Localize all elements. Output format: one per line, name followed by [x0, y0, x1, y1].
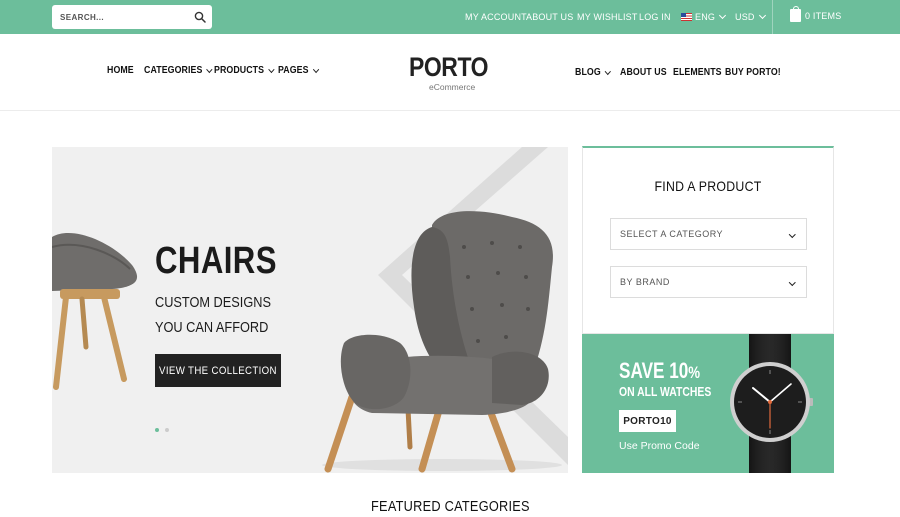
promo-note: Use Promo Code	[619, 440, 700, 452]
nav-buy-porto[interactable]: BUY PORTO!	[725, 67, 781, 78]
currency-selector[interactable]: USD	[735, 11, 766, 22]
chevron-down-icon	[758, 11, 766, 20]
featured-categories-heading: FEATURED CATEGORIES	[0, 498, 900, 515]
cart-count-label: 0 ITEMS	[805, 10, 842, 21]
watch-promo-banner[interactable]: SAVE 10% ON ALL WATCHES PORTO10 Use Prom…	[582, 334, 834, 473]
nav-label: CATEGORIES	[144, 65, 203, 76]
promo-subheadline: ON ALL WATCHES	[619, 384, 712, 399]
watch-image	[730, 334, 813, 473]
shopping-bag-icon	[790, 6, 801, 22]
chevron-down-icon	[268, 65, 275, 73]
nav-label: ABOUT US	[620, 67, 667, 78]
cart-button[interactable]: 0 ITEMS	[790, 6, 842, 22]
promo-save-text: SAVE 10	[619, 358, 689, 383]
hero-subtitle-line1: CUSTOM DESIGNS	[155, 294, 271, 311]
brand-select[interactable]: BY BRAND	[610, 266, 807, 298]
nav-label: BLOG	[575, 67, 601, 78]
nav-products[interactable]: PRODUCTS	[214, 65, 275, 76]
view-collection-button[interactable]: VIEW THE COLLECTION	[155, 354, 281, 387]
currency-label: USD	[735, 12, 755, 22]
nav-about-us[interactable]: ABOUT US	[620, 67, 667, 78]
hero-subtitle: CUSTOM DESIGNS YOU CAN AFFORD	[155, 290, 271, 340]
promo-percent-sign: %	[688, 363, 701, 382]
find-product-widget: FIND A PRODUCT SELECT A CATEGORY BY BRAN…	[582, 146, 834, 334]
my-account-link[interactable]: MY ACCOUNT	[465, 12, 527, 22]
left-chair-image	[52, 233, 138, 390]
about-us-link[interactable]: ABOUT US	[526, 12, 573, 22]
nav-label: HOME	[107, 65, 134, 76]
search-box	[52, 5, 212, 29]
nav-label: ELEMENTS	[673, 67, 722, 78]
chevron-down-icon	[788, 231, 795, 238]
slider-dot-1[interactable]	[155, 428, 159, 432]
armchair-image	[322, 211, 562, 473]
nav-label: BUY PORTO!	[725, 67, 781, 78]
log-in-link[interactable]: LOG IN	[639, 12, 671, 22]
category-select-label: SELECT A CATEGORY	[620, 229, 724, 239]
language-selector[interactable]: ENG	[681, 11, 727, 22]
view-collection-label: VIEW THE COLLECTION	[159, 364, 277, 377]
hero-subtitle-line2: YOU CAN AFFORD	[155, 319, 269, 336]
language-label: ENG	[695, 12, 716, 22]
search-icon[interactable]	[194, 11, 206, 23]
top-bar: MY ACCOUNT ABOUT US MY WISHLIST LOG IN E…	[0, 0, 900, 34]
promo-headline: SAVE 10%	[619, 360, 700, 382]
chevron-down-icon	[313, 65, 319, 73]
hero-background-art	[52, 147, 568, 473]
chevron-down-icon	[605, 67, 611, 75]
logo-subtitle: eCommerce	[429, 82, 476, 92]
hero-slider: CHAIRS CUSTOM DESIGNS YOU CAN AFFORD VIE…	[52, 147, 568, 473]
logo-text: PORTO	[409, 52, 489, 82]
category-select[interactable]: SELECT A CATEGORY	[610, 218, 807, 250]
slider-pagination	[155, 428, 169, 432]
divider	[772, 0, 773, 34]
my-wishlist-link[interactable]: MY WISHLIST	[577, 12, 638, 22]
chevron-down-icon	[788, 279, 795, 286]
featured-categories-title: FEATURED CATEGORIES	[370, 498, 530, 515]
nav-blog[interactable]: BLOG	[575, 67, 611, 78]
nav-elements[interactable]: ELEMENTS	[673, 67, 722, 78]
hero-title: CHAIRS	[155, 240, 277, 282]
slider-dot-2[interactable]	[165, 428, 169, 432]
promo-code-badge: PORTO10	[619, 410, 676, 432]
brand-select-label: BY BRAND	[620, 277, 670, 287]
find-product-title: FIND A PRODUCT	[654, 178, 762, 194]
site-logo[interactable]: PORTO eCommerce	[409, 52, 489, 94]
nav-label: PRODUCTS	[214, 65, 265, 76]
nav-label: PAGES	[278, 65, 309, 76]
nav-categories[interactable]: CATEGORIES	[144, 65, 213, 76]
chevron-down-icon	[719, 11, 727, 20]
nav-pages[interactable]: PAGES	[278, 65, 319, 76]
nav-home[interactable]: HOME	[107, 65, 134, 76]
us-flag-icon	[681, 13, 692, 21]
chevron-down-icon	[206, 65, 213, 73]
search-input[interactable]	[52, 5, 186, 29]
